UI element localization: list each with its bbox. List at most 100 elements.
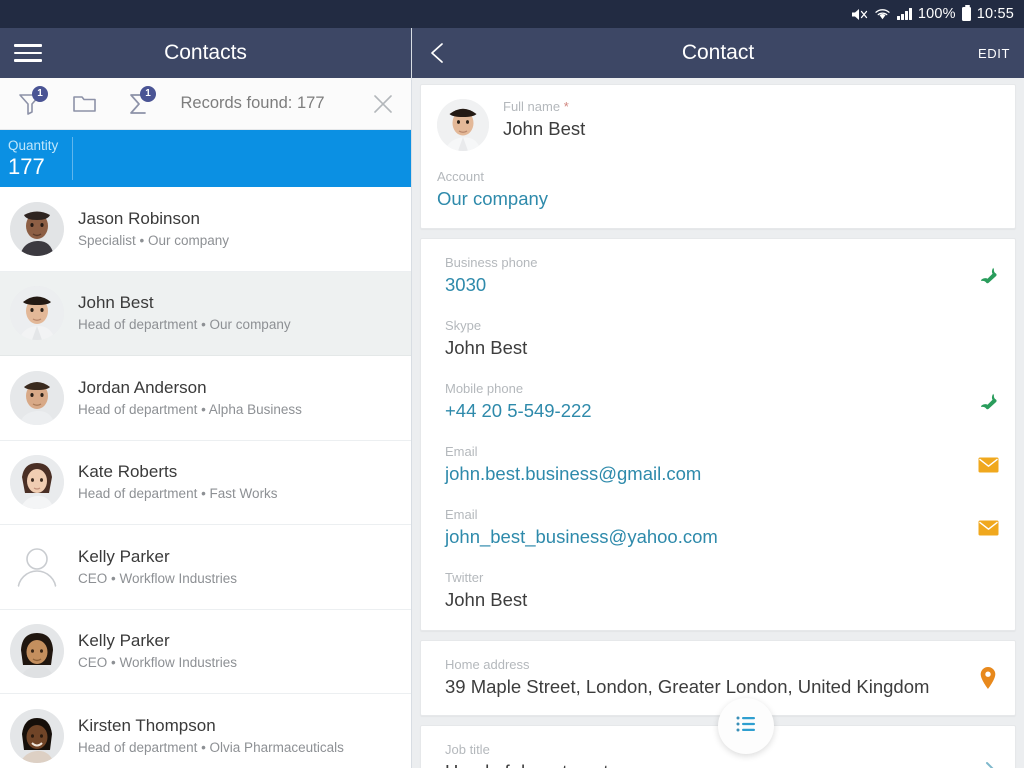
contact-name: Jordan Anderson [78,377,207,397]
account-label: Account [437,169,484,184]
call-icon[interactable] [975,389,1001,415]
quantity-divider [72,137,73,180]
contacts-app-bar: Contacts [0,28,411,78]
quantity-value: 177 [8,154,45,179]
contact-subtitle: Head of department • Our company [78,317,291,333]
field-skype: Skype John Best [421,307,1015,370]
field-value: Head of department [445,759,963,768]
contact-subtitle: Head of department • Alpha Business [78,401,302,417]
field-label: Home address [445,657,530,672]
avatar [10,708,64,763]
quantity-summary-bar[interactable]: Quantity 177 [0,130,411,187]
list-item[interactable]: Kate Roberts Head of department • Fast W… [0,440,411,525]
contact-name: Jason Robinson [78,208,200,228]
filter-funnel-icon[interactable]: 1 [8,84,52,124]
avatar [10,286,64,341]
detail-body: Full name * John Best Account Our compan… [412,78,1024,768]
mute-icon [851,7,868,22]
field-label: Email [445,507,478,522]
call-icon[interactable] [975,263,1001,289]
signal-icon [897,8,912,20]
contact-name: John Best [78,293,154,313]
field-home-address: Home address 39 Maple Street, London, Gr… [421,646,1015,709]
identity-card: Full name * John Best Account Our compan… [420,84,1016,229]
wifi-icon [874,7,891,21]
field-label: Mobile phone [445,381,524,396]
field-value: John Best [445,589,528,610]
contact-subtitle: CEO • Workflow Industries [78,570,238,586]
list-item[interactable]: Kirsten Thompson Head of department • Ol… [0,694,411,768]
field-label: Email [445,444,478,459]
avatar [10,201,64,256]
field-business-phone: Business phone 3030 [421,244,1015,307]
clock-label: 10:55 [976,6,1014,22]
list-item[interactable]: Kelly Parker CEO • Workflow Industries [0,609,411,694]
list-item[interactable]: Kelly Parker CEO • Workflow Industries [0,525,411,610]
status-bar: 100% 10:55 [0,0,1024,28]
contacts-list-pane: Contacts 1 1 Records found: 177 Quantity… [0,28,412,768]
field-label: Business phone [445,255,538,270]
contact-subtitle: Head of department • Olvia Pharmaceutica… [78,739,344,755]
avatar [10,455,64,510]
contact-name: Kelly Parker [78,631,170,651]
field-job-title: Job title Head of department [421,731,1015,768]
avatar [10,624,64,679]
list-item[interactable]: Jason Robinson Specialist • Our company [0,187,411,272]
sum-badge: 1 [140,85,156,102]
detail-app-bar: Contact EDIT [412,28,1024,78]
list-item[interactable]: John Best Head of department • Our compa… [0,271,411,356]
field-value: 39 Maple Street, London, Greater London,… [445,676,930,697]
folder-icon[interactable] [62,84,106,124]
fullname-value: John Best [503,118,586,139]
field-twitter: Twitter John Best [421,559,1015,622]
field-label: Skype [445,318,482,333]
contact-subtitle: Head of department • Fast Works [78,486,278,502]
field-label: Twitter [445,570,484,585]
contacts-list[interactable]: Jason Robinson Specialist • Our company … [0,187,411,768]
page-title: Contacts [164,41,247,64]
detail-title: Contact [681,41,755,64]
quantity-label: Quantity [8,138,59,153]
chevron-right-icon[interactable] [981,760,1003,768]
filter-badge: 1 [32,85,48,102]
placeholder-person-icon [10,539,64,594]
home-address-card: Home address 39 Maple Street, London, Gr… [420,640,1016,716]
contact-detail-pane: Contact EDIT Full name * John Best Accou… [412,28,1024,768]
field-email-2: Email john_best_business@yahoo.com [421,496,1015,559]
required-asterisk: * [563,99,569,114]
close-x-icon[interactable] [355,91,411,117]
filter-toolbar: 1 1 Records found: 177 [0,78,411,130]
avatar [10,370,64,425]
mail-icon[interactable] [975,515,1001,541]
field-label: Job title [445,742,490,757]
fullname-label: Full name * [503,97,585,116]
edit-button[interactable]: EDIT [978,46,1010,61]
battery-icon [961,4,971,21]
field-value[interactable]: +44 20 5-549-222 [445,398,963,424]
field-value[interactable]: 3030 [445,272,963,298]
map-pin-icon[interactable] [975,665,1001,691]
field-value: John Best [445,337,528,358]
sigma-sum-icon[interactable]: 1 [116,84,160,124]
contact-name: Kirsten Thompson [78,715,216,735]
list-item[interactable]: Jordan Anderson Head of department • Alp… [0,356,411,441]
contact-subtitle: CEO • Workflow Industries [78,655,238,671]
mail-icon[interactable] [975,452,1001,478]
contact-subtitle: Specialist • Our company [78,232,230,248]
field-value[interactable]: john.best.business@gmail.com [445,461,963,487]
app-screen: 100% 10:55 Contacts 1 1 Records found: 1… [0,0,1024,768]
field-value[interactable]: john_best_business@yahoo.com [445,524,963,550]
field-email-1: Email john.best.business@gmail.com [421,433,1015,496]
contact-fields-card: Business phone 3030 Skype John Best Mobi… [420,238,1016,631]
avatar [437,99,489,151]
list-menu-fab-button[interactable] [718,698,774,754]
contact-name: Kate Roberts [78,462,178,482]
fullname-label-text: Full name [503,99,561,114]
field-mobile-phone: Mobile phone +44 20 5-549-222 [421,370,1015,433]
hamburger-menu-icon[interactable] [0,28,56,78]
chevron-left-icon[interactable] [412,28,464,78]
contact-name: Kelly Parker [78,546,170,566]
list-menu-icon [734,712,758,741]
battery-percent-label: 100% [917,6,956,22]
account-value-link[interactable]: Our company [437,186,999,212]
